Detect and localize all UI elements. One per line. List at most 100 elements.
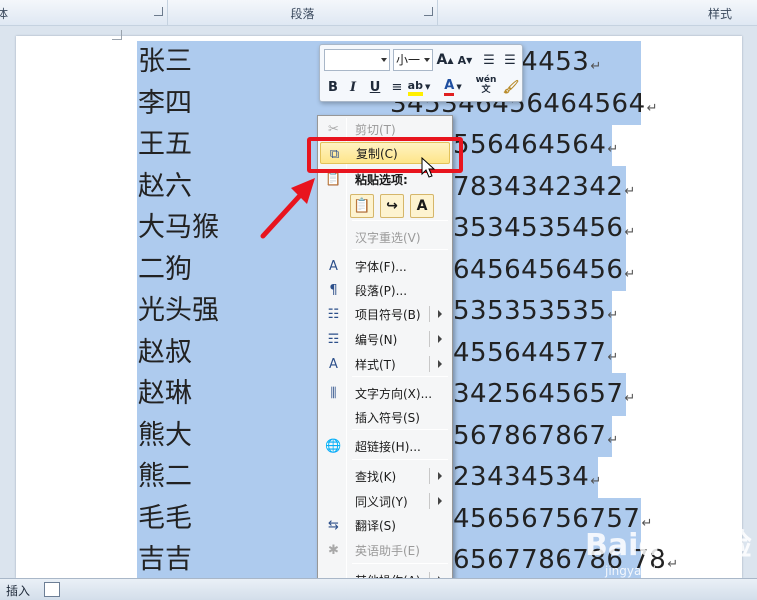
hyperlink-icon: 🌐 — [325, 438, 342, 454]
paste-icon: 📋 — [325, 171, 342, 187]
numbering-icon: ☶ — [327, 331, 340, 347]
mini-toolbar: 小一 A ▲ A ▼ ☰ ☰ B I U ≡ ab ▼ A ▼ wén 文 🖌 — [319, 44, 523, 102]
row-name[interactable]: 吉吉 — [138, 539, 192, 581]
row-name[interactable]: 赵叔 — [138, 332, 192, 374]
menu-separator — [352, 459, 448, 460]
row-name[interactable]: 二狗 — [138, 249, 192, 291]
row-number[interactable]: 556464564↵ — [453, 124, 619, 166]
highlight-color-icon[interactable]: ab ▼ — [407, 77, 430, 97]
center-align-icon[interactable]: ≡ — [388, 77, 406, 97]
menu-item-label: 文字方向(X)... — [355, 386, 433, 401]
row-number[interactable]: 535353535↵ — [453, 290, 619, 332]
font-name-box[interactable] — [324, 49, 390, 71]
ribbon-group-paragraph: 段落 . — [168, 0, 438, 26]
row-number[interactable]: 6456456456↵ — [453, 249, 636, 291]
menu-item-label: 字体(F)... — [355, 259, 407, 274]
menu-item-label: 英语助手(E) — [355, 543, 420, 558]
paragraph-mark-icon: ↵ — [607, 432, 619, 448]
row-number-text: 7834342342 — [453, 171, 624, 202]
annotation-arrow — [260, 178, 315, 239]
underline-button[interactable]: U — [366, 77, 384, 97]
decrease-indent-icon[interactable]: ☰ — [480, 50, 498, 70]
row-number-text: 556464564 — [453, 130, 607, 160]
format-painter-icon[interactable]: 🖌 — [502, 77, 520, 97]
paste-keep-format-button[interactable]: 📋 — [350, 194, 374, 218]
row-number[interactable]: 7834342342↵ — [453, 166, 636, 208]
status-bar: 插入 — [0, 578, 757, 600]
menu-item-12[interactable]: 查找(K) — [320, 465, 450, 487]
submenu-divider — [429, 356, 430, 372]
row-number-text: 23434534 — [453, 462, 590, 492]
row-name[interactable]: 张三 — [138, 41, 192, 83]
row-number[interactable]: 3425645657↵ — [453, 373, 636, 415]
row-number-text: 535353535 — [453, 296, 607, 326]
chevron-right-icon — [438, 335, 442, 343]
menu-item-10[interactable]: 插入符号(S) — [320, 406, 450, 428]
menu-item-14[interactable]: ⇆ 翻译(S) — [320, 514, 450, 536]
paste-merge-format-button[interactable]: ↪ — [380, 194, 404, 218]
macro-recording-icon[interactable] — [44, 582, 60, 597]
menu-item-11[interactable]: 🌐 超链接(H)... — [320, 435, 450, 457]
row-name[interactable]: 赵六 — [138, 166, 192, 208]
paragraph-mark-icon: ↵ — [607, 308, 619, 323]
phonetic-guide-button[interactable]: wén 文 — [476, 75, 497, 95]
font-size-box[interactable]: 小一 — [393, 49, 433, 71]
ribbon-group-paragraph-label: 段落 — [290, 6, 315, 21]
menu-item-8[interactable]: A 样式(T) — [320, 353, 450, 375]
watermark-text: Baidu 经验 — [585, 528, 752, 563]
ribbon-group-styles-label: 样式 — [708, 6, 733, 21]
chevron-down-icon[interactable] — [424, 58, 430, 62]
grow-font-button[interactable]: A ▲ — [436, 50, 454, 70]
menu-item-4[interactable]: A 字体(F)... — [320, 255, 450, 277]
menu-item-9[interactable]: ⫼ 文字方向(X)... — [320, 382, 450, 404]
scissors-icon: ✂ — [328, 121, 339, 137]
row-number-text: 3425645657 — [453, 379, 624, 409]
english-assistant-icon: ✱ — [328, 542, 339, 558]
row-number-text: 567867867 — [453, 420, 607, 451]
font-icon: A — [329, 258, 338, 274]
menu-item-13[interactable]: 同义词(Y) — [320, 490, 450, 512]
row-number[interactable]: 455644577↵ — [453, 332, 619, 374]
shrink-font-button[interactable]: A ▼ — [456, 50, 474, 70]
row-name[interactable]: 王五 — [138, 124, 192, 166]
row-number-text: 3534535456 — [453, 213, 624, 243]
bold-button[interactable]: B — [324, 77, 342, 97]
paragraph-mark-icon: ↵ — [646, 100, 659, 116]
row-name[interactable]: 毛毛 — [138, 498, 192, 540]
chevron-down-icon[interactable] — [381, 58, 387, 62]
font-size-value: 小一 — [396, 53, 421, 67]
font-color-button[interactable]: A ▼ — [444, 77, 462, 97]
paragraph-dialog-launcher-icon[interactable]: . — [424, 7, 433, 16]
row-name[interactable]: 赵琳 — [138, 373, 192, 415]
text-direction-icon: ⫼ — [330, 385, 337, 401]
paragraph-mark-icon: ↵ — [624, 225, 636, 240]
row-name[interactable]: 李四 — [138, 83, 192, 125]
menu-item-label: 编号(N) — [355, 332, 398, 347]
row-number[interactable]: 567867867↵ — [453, 415, 619, 457]
menu-item-7[interactable]: ☶ 编号(N) — [320, 328, 450, 350]
submenu-divider — [429, 493, 430, 509]
paragraph-mark-icon: ↵ — [624, 266, 636, 282]
row-number[interactable]: 3534535456↵ — [453, 207, 636, 249]
menu-item-label: 汉字重选(V) — [355, 230, 421, 245]
menu-item-6[interactable]: ☷ 项目符号(B) — [320, 303, 450, 325]
paragraph-mark-icon: ↵ — [624, 391, 636, 406]
row-name[interactable]: 光头强 — [138, 290, 219, 332]
row-name[interactable]: 熊大 — [138, 415, 192, 457]
menu-separator — [352, 563, 448, 564]
increase-indent-icon[interactable]: ☰ — [501, 50, 519, 70]
row-name[interactable]: 大马猴 — [138, 207, 219, 249]
insert-mode-indicator[interactable]: 插入 — [6, 582, 30, 599]
italic-button[interactable]: I — [344, 77, 362, 97]
row-number[interactable]: 23434534↵ — [453, 456, 602, 498]
translate-icon: ⇆ — [328, 517, 339, 533]
menu-item-label: 查找(K) — [355, 469, 397, 484]
font-dialog-launcher-icon[interactable]: . — [154, 7, 163, 16]
menu-item-label: 粘贴选项: — [355, 172, 408, 187]
annotation-highlight-box — [307, 137, 463, 173]
menu-item-label: 项目符号(B) — [355, 307, 421, 322]
menu-item-5[interactable]: ¶ 段落(P)... — [320, 279, 450, 301]
paste-text-only-button[interactable]: A — [410, 194, 434, 218]
menu-separator — [352, 220, 448, 221]
row-name[interactable]: 熊二 — [138, 456, 192, 498]
